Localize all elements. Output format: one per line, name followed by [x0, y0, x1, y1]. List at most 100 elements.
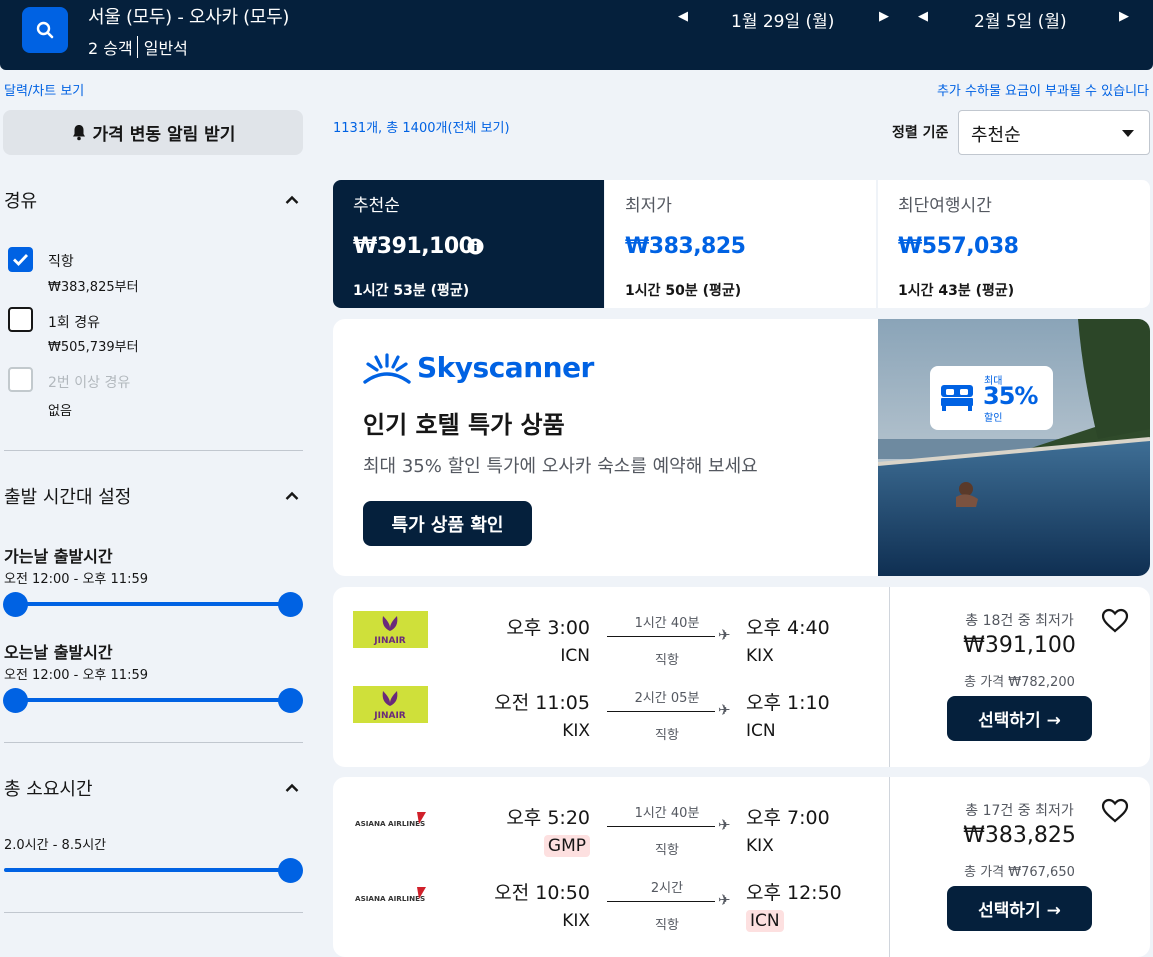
sort-value: 추천순 — [971, 125, 1021, 146]
route-line — [607, 826, 715, 827]
hotel-deal-ad[interactable]: Skyscanner 인기 호텔 특가 상품 최대 35% 할인 특가에 오사카… — [333, 319, 1150, 576]
slider-handle-end[interactable] — [278, 592, 303, 617]
duration-slider[interactable] — [4, 868, 291, 872]
search-button[interactable] — [22, 7, 68, 53]
calendar-chart-link[interactable]: 달력/차트 보기 — [4, 80, 84, 99]
route-line — [607, 711, 715, 712]
one-stop-checkbox[interactable] — [8, 307, 33, 332]
jinair-logo: JINAIR — [353, 686, 428, 723]
depart-date[interactable]: 1월 29일 (월) — [731, 7, 834, 32]
flight-price: ₩391,100 — [963, 633, 1076, 658]
plane-icon: ✈ — [718, 816, 731, 834]
passenger-cabin-summary[interactable]: 2 승객 일반석 — [88, 35, 188, 59]
outbound-time-slider[interactable] — [15, 602, 291, 606]
badge-bottom-text: 할인 — [984, 413, 1003, 424]
discount-badge: 최대 35% 할인 — [930, 366, 1053, 430]
tab-cheapest[interactable]: 최저가 ₩383,825 1시간 50분 (평균) — [605, 180, 876, 308]
stops-option-label: 1회 경유 — [48, 315, 100, 331]
departure-airport: KIX — [562, 721, 590, 741]
stops-info: 직항 — [655, 653, 679, 668]
next-depart-date-icon[interactable]: ▶ — [879, 9, 889, 24]
ad-title: 인기 호텔 특가 상품 — [363, 411, 565, 439]
departure-airport: ICN — [560, 646, 590, 666]
plane-icon: ✈ — [718, 891, 731, 909]
arrival-airport: KIX — [746, 646, 774, 666]
stops-option-label: 직항 — [48, 254, 74, 270]
select-flight-button[interactable]: 선택하기 → — [947, 696, 1092, 741]
passenger-count: 2 승객 — [88, 39, 133, 58]
slider-handle-start[interactable] — [3, 688, 28, 713]
outbound-time-title: 가는날 출발시간 — [4, 547, 113, 566]
flight-result-card[interactable]: JINAIR JINAIR 오후 3:00 ICN 1시간 40분 ✈ 직항 오… — [333, 587, 1150, 767]
sunrise-icon — [363, 352, 411, 384]
arrival-airport: ICN — [746, 721, 776, 741]
heart-icon[interactable] — [1101, 798, 1129, 824]
sort-label: 정렬 기준 — [892, 125, 949, 141]
prev-depart-date-icon[interactable]: ◀ — [678, 9, 688, 24]
tab-fastest[interactable]: 최단여행시간 ₩557,038 1시간 43분 (평균) — [878, 180, 1150, 308]
tab-duration: 1시간 50분 (평균) — [625, 283, 742, 299]
arrival-airport: KIX — [746, 836, 774, 856]
duration-filter-title: 총 소요시간 — [4, 779, 93, 800]
divider — [4, 450, 303, 451]
chevron-up-icon[interactable] — [285, 195, 299, 205]
jinair-logo: JINAIR — [353, 611, 428, 648]
stops-option-price: ₩505,739부터 — [48, 340, 139, 355]
tab-best[interactable]: 추천순 ₩391,100 1시간 53분 (평균) — [333, 180, 604, 308]
duration-range: 2.0시간 - 8.5시간 — [4, 838, 107, 853]
route-summary[interactable]: 서울 (모두) - 오사카 (모두) — [88, 3, 289, 29]
stops-info: 직항 — [655, 843, 679, 858]
sort-select[interactable]: 추천순 — [958, 110, 1150, 155]
departure-time: 오전 10:50 — [494, 882, 590, 904]
chevron-up-icon[interactable] — [285, 783, 299, 793]
divider — [4, 742, 303, 743]
price-alert-button[interactable]: 가격 변동 알림 받기 — [3, 110, 303, 155]
inbound-time-range: 오전 12:00 - 오후 11:59 — [4, 668, 148, 683]
tab-price: ₩383,825 — [625, 234, 746, 259]
departure-time: 오후 5:20 — [506, 807, 590, 829]
total-price: 총 가격 ₩767,650 — [964, 865, 1075, 880]
checkmark-icon — [13, 254, 29, 267]
result-count-link[interactable]: 1131개, 총 1400개(전체 보기) — [333, 117, 510, 136]
separator — [136, 36, 138, 58]
return-date[interactable]: 2월 5일 (월) — [974, 7, 1067, 32]
stops-option-price: ₩383,825부터 — [48, 280, 139, 295]
nonstop-checkbox[interactable] — [8, 247, 33, 272]
route-line — [607, 901, 715, 902]
prev-return-date-icon[interactable]: ◀ — [918, 9, 928, 24]
info-icon[interactable] — [467, 238, 484, 255]
slider-handle-end[interactable] — [278, 858, 303, 883]
flight-result-card[interactable]: ASIANA AIRLINES ASIANA AIRLINES 오후 5:20 … — [333, 777, 1150, 957]
flight-duration: 2시간 — [650, 881, 684, 896]
chevron-up-icon[interactable] — [285, 491, 299, 501]
two-plus-stops-checkbox — [8, 367, 33, 392]
heart-icon[interactable] — [1101, 608, 1129, 634]
brand-name: Skyscanner — [417, 351, 594, 384]
next-return-date-icon[interactable]: ▶ — [1119, 9, 1129, 24]
cabin-class: 일반석 — [143, 39, 188, 58]
outbound-time-range: 오전 12:00 - 오후 11:59 — [4, 572, 148, 587]
ad-subtitle: 최대 35% 할인 특가에 오사카 숙소를 예약해 보세요 — [363, 456, 758, 477]
bell-icon — [72, 125, 85, 141]
stops-info: 직항 — [655, 918, 679, 933]
arrival-time: 오후 1:10 — [746, 692, 830, 714]
slider-handle-end[interactable] — [278, 688, 303, 713]
baggage-notice-link[interactable]: 추가 수하물 요금이 부과될 수 있습니다 — [937, 80, 1149, 99]
tab-price: ₩557,038 — [898, 234, 1019, 259]
view-deals-button[interactable]: 특가 상품 확인 — [363, 501, 532, 546]
tab-label: 최저가 — [625, 196, 672, 216]
select-flight-button[interactable]: 선택하기 → — [947, 886, 1092, 931]
inbound-time-slider[interactable] — [15, 698, 291, 702]
svg-text:ASIANA AIRLINES: ASIANA AIRLINES — [355, 894, 425, 903]
tab-price: ₩391,100 — [353, 234, 474, 259]
asiana-airlines-logo: ASIANA AIRLINES — [355, 812, 426, 828]
arrival-time: 오후 12:50 — [746, 882, 842, 904]
slider-handle-start[interactable] — [3, 592, 28, 617]
svg-text:JINAIR: JINAIR — [373, 636, 406, 646]
search-header: 서울 (모두) - 오사카 (모두) 2 승객 일반석 ◀ 1월 29일 (월)… — [0, 0, 1153, 70]
resort-pool-image — [878, 319, 1150, 576]
flight-price: ₩383,825 — [963, 823, 1076, 848]
arrival-airport-highlighted: ICN — [746, 910, 784, 932]
total-price: 총 가격 ₩782,200 — [964, 675, 1075, 690]
tab-duration: 1시간 53분 (평균) — [353, 283, 470, 299]
